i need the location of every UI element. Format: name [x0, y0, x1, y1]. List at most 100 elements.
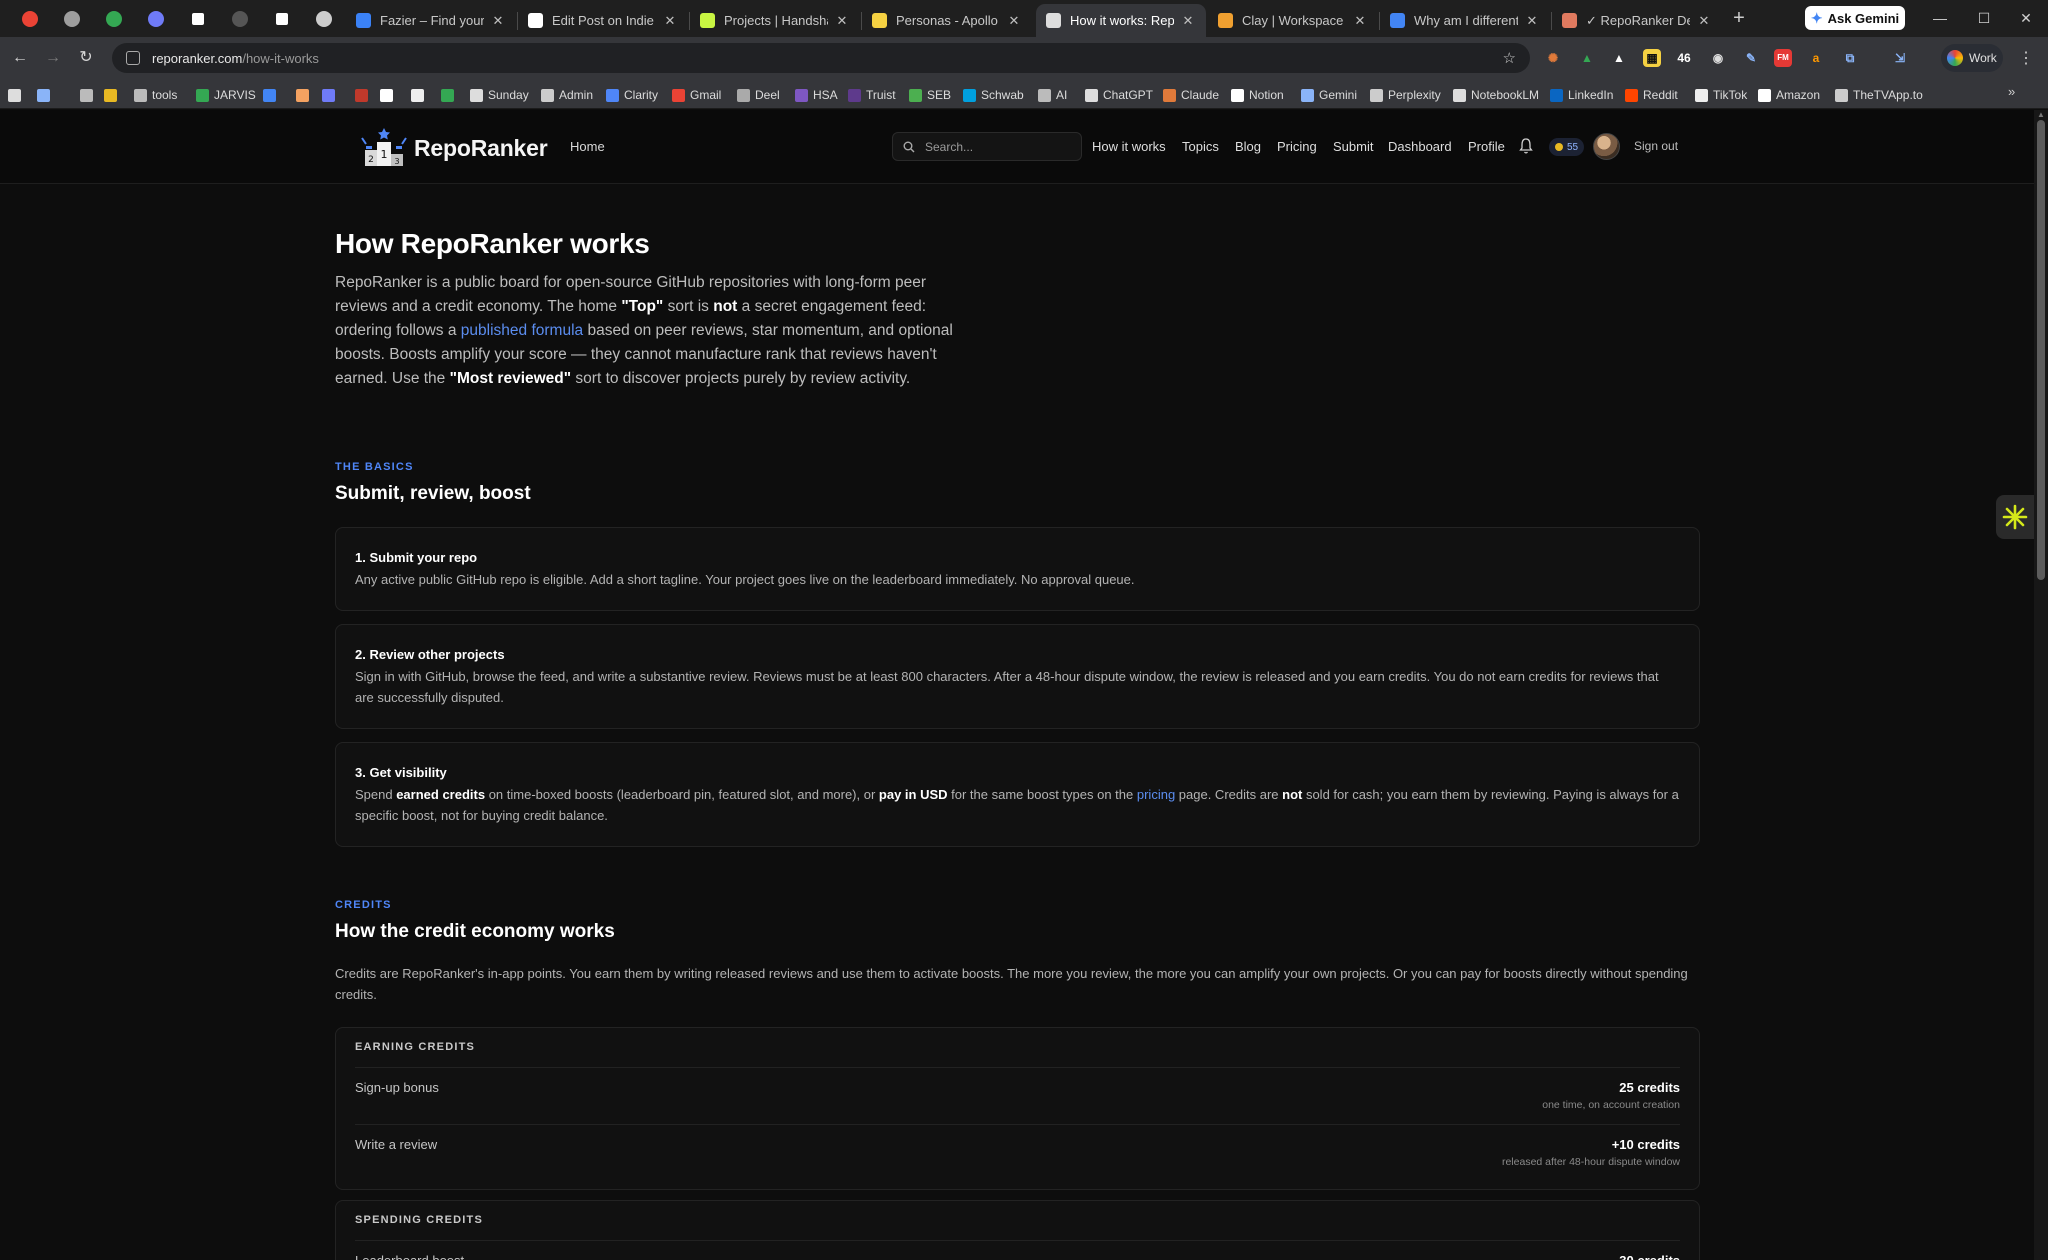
close-tab-icon[interactable]: ✕	[662, 13, 678, 29]
new-tab-button[interactable]: +	[1727, 7, 1751, 31]
nav-link-pricing[interactable]: Pricing	[1277, 139, 1317, 154]
published-formula-link[interactable]: published formula	[461, 322, 583, 339]
bookmark-item[interactable]: Clarity	[606, 86, 658, 104]
scroll-up-icon[interactable]: ▲	[2037, 110, 2045, 119]
bookmark-item[interactable]	[263, 86, 276, 104]
bookmark-item[interactable]: LinkedIn	[1550, 86, 1613, 104]
browser-tab[interactable]: Personas - Apollo ✕	[862, 4, 1032, 37]
pinned-tab[interactable]	[183, 6, 213, 32]
ext-camera-icon[interactable]: ◉	[1709, 49, 1727, 67]
browser-tab[interactable]: How it works: RepoRa ✕	[1036, 4, 1206, 37]
pinned-tab[interactable]	[309, 6, 339, 32]
scroll-thumb[interactable]	[2037, 120, 2045, 580]
ext-triangle-icon[interactable]: ▲	[1610, 49, 1628, 67]
bookmark-item[interactable]: SEB	[909, 86, 951, 104]
back-arrow-icon[interactable]: ←	[10, 48, 30, 68]
nav-link-how-it-works[interactable]: How it works	[1092, 139, 1166, 154]
bookmark-item[interactable]	[296, 86, 309, 104]
forward-arrow-icon[interactable]: →	[43, 48, 63, 68]
bookmark-item[interactable]: tools	[134, 86, 177, 104]
page-scrollbar[interactable]: ▲	[2034, 110, 2048, 1260]
pinned-tab[interactable]	[15, 6, 45, 32]
pinned-tab[interactable]	[99, 6, 129, 32]
pinned-tab[interactable]	[57, 6, 87, 32]
ext-puzzle-icon[interactable]: ⧉	[1841, 49, 1859, 67]
bookmark-item[interactable]: Gemini	[1301, 86, 1357, 104]
ext-yellow-icon[interactable]: ▦	[1643, 49, 1661, 67]
ext-pen-icon[interactable]: ✎	[1742, 49, 1760, 67]
bookmark-item[interactable]: Claude	[1163, 86, 1219, 104]
close-tab-icon[interactable]: ✕	[1696, 13, 1712, 29]
site-search[interactable]	[892, 132, 1082, 161]
credit-balance-badge[interactable]: 55	[1549, 138, 1585, 156]
bookmark-item[interactable]	[80, 86, 93, 104]
bookmark-item[interactable]	[37, 86, 50, 104]
bookmark-item[interactable]: Perplexity	[1370, 86, 1441, 104]
sign-out-link[interactable]: Sign out	[1634, 139, 1678, 153]
nav-link-dashboard[interactable]: Dashboard	[1388, 139, 1452, 154]
bookmark-item[interactable]: JARVIS	[196, 86, 256, 104]
bookmark-item[interactable]: Gmail	[672, 86, 721, 104]
ext-red-icon[interactable]: FM	[1774, 49, 1792, 67]
nav-link-blog[interactable]: Blog	[1235, 139, 1261, 154]
close-tab-icon[interactable]: ✕	[834, 13, 850, 29]
bookmark-item[interactable]	[411, 86, 424, 104]
search-input[interactable]	[923, 138, 1063, 155]
site-info-icon[interactable]	[126, 51, 140, 65]
close-tab-icon[interactable]: ✕	[1180, 13, 1196, 29]
browser-menu-icon[interactable]: ⋮	[2018, 48, 2034, 68]
pinned-tab[interactable]	[267, 6, 297, 32]
close-tab-icon[interactable]: ✕	[1524, 13, 1540, 29]
bookmark-item[interactable]: TikTok	[1695, 86, 1747, 104]
bookmark-item[interactable]: Deel	[737, 86, 780, 104]
bookmark-item[interactable]: Sunday	[470, 86, 529, 104]
browser-tab[interactable]: Clay | Workspace Setti ✕	[1208, 4, 1378, 37]
close-tab-icon[interactable]: ✕	[1006, 13, 1022, 29]
pinned-tab[interactable]	[225, 6, 255, 32]
ext-amazon-icon[interactable]: a	[1807, 49, 1825, 67]
ask-gemini-button[interactable]: ✦ Ask Gemini	[1805, 6, 1905, 30]
minimize-icon[interactable]: —	[1930, 8, 1950, 28]
bookmark-item[interactable]	[441, 86, 454, 104]
ext-drive-icon[interactable]: ▲	[1578, 49, 1596, 67]
bookmark-item[interactable]	[380, 86, 393, 104]
ext-claude-icon[interactable]: ✺	[1544, 49, 1562, 67]
maximize-icon[interactable]: ☐	[1974, 8, 1994, 28]
bookmark-item[interactable]: Notion	[1231, 86, 1284, 104]
browser-tab[interactable]: ✓ RepoRanker Design ✕	[1552, 4, 1722, 37]
user-avatar[interactable]	[1593, 133, 1620, 160]
address-bar[interactable]: reporanker.com/how-it-works ☆	[112, 43, 1530, 73]
bookmark-item[interactable]: Amazon	[1758, 86, 1820, 104]
site-logo[interactable]: 1 2 3 RepoRanker	[360, 126, 548, 170]
bookmark-item[interactable]	[322, 86, 335, 104]
bookmark-item[interactable]	[355, 86, 368, 104]
nav-link-submit[interactable]: Submit	[1333, 139, 1373, 154]
home-link[interactable]: Home	[570, 139, 605, 154]
bookmark-item[interactable]: NotebookLM	[1453, 86, 1539, 104]
pricing-link[interactable]: pricing	[1137, 787, 1175, 802]
bookmark-item[interactable]: TheTVApp.to	[1835, 86, 1923, 104]
profile-button[interactable]: Work	[1941, 44, 2003, 72]
bookmark-item[interactable]	[8, 86, 21, 104]
bookmark-item[interactable]: Reddit	[1625, 86, 1678, 104]
floating-assistant-button[interactable]	[1996, 495, 2034, 539]
bookmark-star-icon[interactable]: ☆	[1503, 49, 1516, 67]
close-tab-icon[interactable]: ✕	[1352, 13, 1368, 29]
more-bookmarks-icon[interactable]: »	[2008, 84, 2015, 99]
bookmark-item[interactable]: Schwab	[963, 86, 1024, 104]
browser-tab[interactable]: Why am I different? - ✕	[1380, 4, 1550, 37]
bookmark-item[interactable]: Truist	[848, 86, 896, 104]
pinned-tab[interactable]	[141, 6, 171, 32]
ext-media-icon[interactable]: ⇲	[1891, 49, 1909, 67]
browser-tab[interactable]: Edit Post on Indie Hac ✕	[518, 4, 688, 37]
bookmark-item[interactable]: ChatGPT	[1085, 86, 1153, 104]
bookmark-item[interactable]: AI	[1038, 86, 1067, 104]
bookmark-item[interactable]	[104, 86, 117, 104]
reload-icon[interactable]: ↻	[76, 48, 96, 68]
nav-link-topics[interactable]: Topics	[1182, 139, 1219, 154]
close-window-icon[interactable]: ✕	[2016, 8, 2036, 28]
bookmark-item[interactable]: Admin	[541, 86, 593, 104]
browser-tab[interactable]: Fazier – Find your next ✕	[346, 4, 516, 37]
notification-bell-icon[interactable]	[1518, 137, 1534, 155]
bookmark-item[interactable]: HSA	[795, 86, 838, 104]
